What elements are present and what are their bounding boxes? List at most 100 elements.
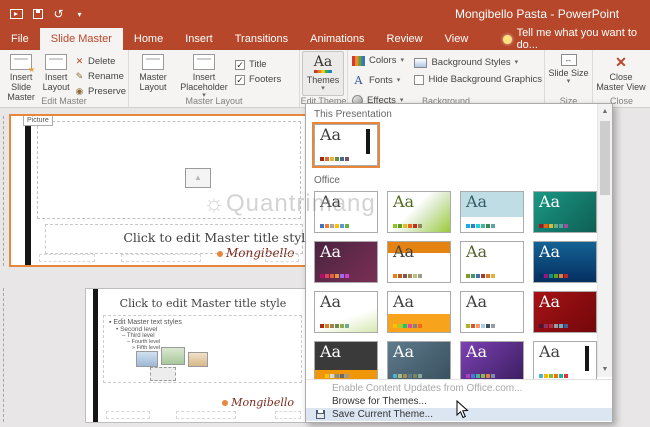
chevron-down-icon: ▾ <box>321 85 325 92</box>
themes-menu-item[interactable]: Save Current Theme... <box>306 408 612 421</box>
theme-accent-bar <box>366 129 370 154</box>
footer-placeholder[interactable] <box>176 411 236 419</box>
checkbox-icon: ✓ <box>235 75 245 85</box>
picture-collage <box>136 347 210 383</box>
scroll-up-icon[interactable]: ▲ <box>598 104 612 119</box>
delete-icon: ✕ <box>74 56 85 67</box>
tab-slide-master[interactable]: Slide Master <box>40 28 123 50</box>
theme-thumbnail[interactable]: Aa <box>387 241 451 283</box>
tab-insert[interactable]: Insert <box>174 28 224 50</box>
slide-number-placeholder[interactable] <box>265 254 299 262</box>
tell-me-label: Tell me what you want to do... <box>517 27 650 51</box>
date-placeholder[interactable] <box>39 254 95 262</box>
undo-icon[interactable]: ↺ <box>52 8 65 21</box>
powerpoint-window: ↺ ▾ Mongibello Pasta - PowerPoint File S… <box>0 0 650 427</box>
footer-placeholder[interactable] <box>121 254 201 262</box>
master-title-text[interactable]: Click to edit Master title style <box>71 230 307 245</box>
ribbon: Insert Slide Master Insert Layout ✕ Dele… <box>0 50 650 108</box>
theme-palette-strip <box>393 274 422 278</box>
master-layout-button[interactable]: Master Layout <box>131 51 175 96</box>
theme-palette-strip <box>539 274 568 278</box>
theme-thumbnail[interactable]: Aa <box>460 341 524 383</box>
themes-grid: AaAaAaAaAaAaAaAaAaAaAaAaAaAaAaAa <box>306 189 612 383</box>
insert-placeholder-button[interactable]: Insert Placeholder ▾ <box>175 51 233 96</box>
theme-thumbnail[interactable]: Aa <box>314 241 378 283</box>
insert-layout-icon <box>45 54 67 70</box>
close-master-view-button[interactable]: ✕ Close Master View <box>595 51 647 96</box>
theme-thumbnail[interactable]: Aa <box>314 191 378 233</box>
photo-thumbnail <box>188 352 208 367</box>
theme-palette-strip <box>320 224 349 228</box>
insert-placeholder-icon <box>193 54 215 70</box>
theme-thumbnail[interactable]: Aa <box>533 341 597 383</box>
theme-thumbnail[interactable]: Aa <box>314 341 378 383</box>
rename-button[interactable]: ✎ Rename <box>74 71 126 82</box>
tab-transitions[interactable]: Transitions <box>224 28 299 50</box>
thumbnail-pane-edge <box>3 288 4 422</box>
theme-thumbnail[interactable]: Aa <box>387 341 451 383</box>
slide-number-placeholder[interactable] <box>275 411 301 419</box>
themes-button[interactable]: Aa Themes ▾ <box>302 51 344 96</box>
content-placeholder-icon[interactable]: ▲ <box>185 168 211 188</box>
close-icon: ✕ <box>615 54 627 70</box>
quick-access-menu-icon[interactable]: ▾ <box>73 8 86 21</box>
colors-button[interactable]: Colors ▾ <box>352 55 412 66</box>
colors-icon <box>352 56 365 66</box>
theme-thumbnail[interactable]: Aa <box>533 241 597 283</box>
theme-thumbnail[interactable]: Aa <box>387 291 451 333</box>
slide-master-picture-layout[interactable]: Picture ▲ Click to edit Master title sty… <box>9 114 307 267</box>
footers-checkbox[interactable]: ✓ Footers <box>235 74 281 85</box>
themes-menu-footer: Enable Content Updates from Office.com..… <box>306 379 612 421</box>
hide-background-graphics-checkbox[interactable]: Hide Background Graphics <box>414 74 542 85</box>
insert-layout-button[interactable]: Insert Layout <box>40 51 72 96</box>
tab-view[interactable]: View <box>434 28 480 50</box>
scroll-down-icon[interactable]: ▼ <box>598 362 612 377</box>
theme-thumbnail[interactable]: Aa <box>460 191 524 233</box>
theme-thumbnail[interactable]: Aa <box>387 191 451 233</box>
layout-tag: Picture <box>23 115 53 126</box>
date-placeholder[interactable] <box>106 411 150 419</box>
title-checkbox[interactable]: ✓ Title <box>235 59 281 70</box>
themes-menu-item[interactable]: Browse for Themes... <box>306 395 612 408</box>
group-close: ✕ Close Master View Close <box>593 50 650 107</box>
insert-slide-master-button[interactable]: Insert Slide Master <box>2 51 40 96</box>
thumbnail-pane-edge <box>3 116 4 266</box>
theme-palette-strip <box>393 324 422 328</box>
scrollbar[interactable]: ▲ ▼ <box>597 104 612 377</box>
theme-thumbnail[interactable]: Aa <box>314 291 378 333</box>
theme-thumbnail[interactable]: Aa <box>533 191 597 233</box>
theme-palette-strip <box>320 157 349 161</box>
current-theme-thumbnail[interactable]: Aa <box>314 124 378 166</box>
master-layout-icon <box>142 54 164 70</box>
group-label-master-layout: Master Layout <box>129 96 299 107</box>
tell-me-box[interactable]: Tell me what you want to do... <box>503 28 650 50</box>
scrollbar-thumb[interactable] <box>600 121 610 195</box>
fonts-button[interactable]: A Fonts ▾ <box>352 74 412 87</box>
tab-animations[interactable]: Animations <box>299 28 375 50</box>
theme-thumbnail[interactable]: Aa <box>460 291 524 333</box>
tab-home[interactable]: Home <box>123 28 174 50</box>
slideshow-icon[interactable] <box>10 8 23 21</box>
themes-dropdown: This Presentation Aa Office AaAaAaAaAaAa… <box>305 103 613 423</box>
slide-size-icon: ↔ <box>561 54 577 66</box>
theme-palette-strip <box>320 374 349 378</box>
theme-palette-strip <box>320 324 349 328</box>
slide-size-button[interactable]: ↔ Slide Size ▾ <box>547 51 590 96</box>
slide-master-main[interactable]: Click to edit Master title style ▪ Edit … <box>85 288 307 423</box>
brand-dot-icon <box>217 251 223 257</box>
theme-thumbnail[interactable]: Aa <box>533 291 597 333</box>
background-styles-button[interactable]: Background Styles ▾ <box>414 57 542 68</box>
tab-review[interactable]: Review <box>376 28 434 50</box>
rename-icon: ✎ <box>74 71 85 82</box>
save-icon[interactable] <box>31 8 44 21</box>
theme-palette-strip <box>539 224 568 228</box>
delete-button[interactable]: ✕ Delete <box>74 56 126 67</box>
photo-thumbnail <box>150 367 176 381</box>
slide-accent-bar <box>93 289 98 422</box>
picture-placeholder-outline[interactable] <box>37 121 301 219</box>
checkbox-icon: ✓ <box>235 60 245 70</box>
theme-palette-strip <box>393 374 422 378</box>
theme-thumbnail[interactable]: Aa <box>460 241 524 283</box>
tab-file[interactable]: File <box>0 28 40 50</box>
master-title-text[interactable]: Click to edit Master title style <box>102 297 304 310</box>
